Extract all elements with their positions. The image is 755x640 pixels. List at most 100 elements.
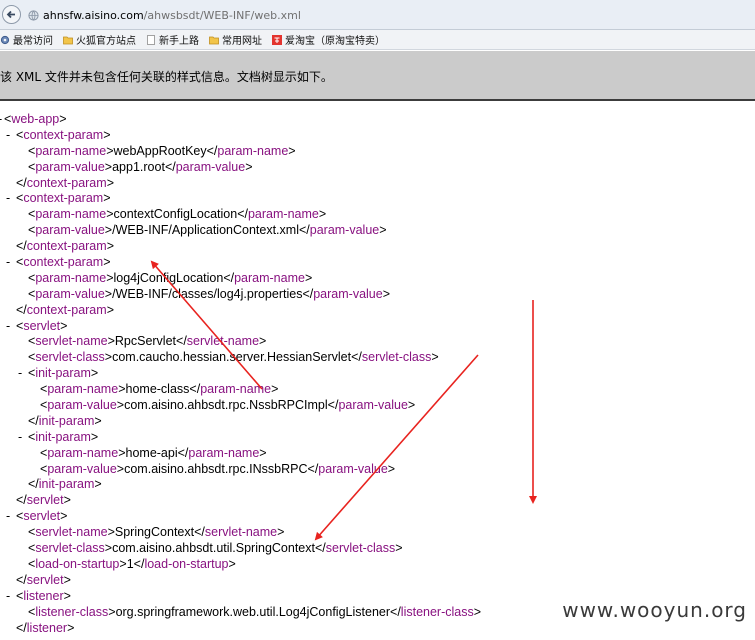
xml-line: - <context-param> [6, 127, 111, 144]
url-host: ahnsfw.aisino.com [43, 8, 144, 22]
collapse-toggle[interactable]: - [18, 366, 22, 382]
url-field[interactable]: ahnsfw.aisino.com/ahwsbsdt/WEB-INF/web.x… [26, 5, 755, 25]
xml-line: <param-name>home-api</param-name> [40, 445, 267, 460]
xml-line: </init-param> [28, 413, 102, 428]
xml-close-tag: param-name [234, 270, 305, 285]
back-button[interactable] [2, 5, 21, 24]
bookmark-label: 最常访问 [13, 36, 53, 47]
collapse-toggle[interactable]: - [6, 589, 10, 605]
xml-line: - <listener> [6, 588, 71, 605]
xml-line: </context-param> [16, 239, 114, 254]
xml-close-tag: servlet-class [325, 541, 396, 556]
xml-line: - <servlet> [6, 509, 68, 525]
xml-open-tag: param-value [35, 159, 105, 174]
xml-value: com.aisino.ahbsdt.rpc.NssbRPCImpl [124, 398, 328, 413]
xml-close-tag: param-name [200, 382, 272, 397]
bookmark-label: 火狐官方站点 [76, 36, 136, 47]
bookmark-label: 爱淘宝（原淘宝特卖） [285, 36, 385, 47]
xml-open-tag: listener [23, 588, 64, 603]
folder-icon [63, 36, 73, 44]
xml-value: /WEB-INF/ApplicationContext.xml [112, 223, 299, 238]
collapse-toggle[interactable]: - [0, 112, 2, 128]
bookmark-common-sites[interactable]: 常用网址 [209, 32, 262, 47]
xml-value: log4jConfigLocation [113, 270, 224, 285]
xml-close-tag: listener-class [400, 604, 474, 619]
xml-line: - <servlet> [6, 318, 68, 335]
xml-close-tag: param-value [313, 286, 383, 301]
xml-open-tag: param-value [47, 461, 117, 476]
xml-open-tag: context-param [23, 255, 104, 270]
collapse-toggle[interactable]: - [6, 191, 10, 207]
xml-value: com.caucho.hessian.server.HessianServlet [112, 350, 352, 365]
xml-line: <param-value>app1.root</param-value> [28, 159, 253, 174]
xml-line: <servlet-name>RpcServlet</servlet-name> [28, 334, 267, 349]
xml-line: <param-name>contextConfigLocation</param… [28, 207, 327, 222]
xml-value: com.aisino.ahbsdt.rpc.INssbRPC [124, 461, 308, 476]
xml-close-tag: param-value [175, 159, 246, 174]
xml-close-tag: servlet-class [361, 350, 432, 365]
collapse-toggle[interactable]: - [18, 430, 22, 446]
xml-close-tag: context-param [26, 175, 107, 190]
bookmark-most-visited[interactable]: 最常访问 [0, 32, 53, 47]
xml-line: <servlet-class>com.aisino.ahbsdt.util.Sp… [28, 541, 403, 556]
xml-value: org.springframework.web.util.Log4jConfig… [115, 604, 391, 619]
xml-line: - <context-param> [6, 191, 111, 207]
xml-open-tag: servlet-name [35, 334, 108, 349]
xml-line: <param-value>com.aisino.ahbsdt.rpc.INssb… [40, 461, 396, 476]
xml-open-tag: servlet-class [35, 350, 105, 365]
xml-line: <load-on-startup>1</load-on-startup> [28, 556, 236, 571]
xml-line: - <init-param> [18, 366, 99, 382]
xml-line: <servlet-name>SpringContext</servlet-nam… [28, 525, 285, 540]
xml-open-tag: param-value [47, 398, 117, 413]
xml-open-tag: context-param [23, 191, 104, 206]
xml-line: <listener-class>org.springframework.web.… [28, 604, 482, 619]
xml-open-tag: init-param [35, 429, 91, 444]
xml-open-tag: load-on-startup [35, 556, 120, 571]
xml-notice-bar: 该 XML 文件并未包含任何关联的样式信息。文档树显示如下。 [0, 51, 755, 101]
xml-close-tag: param-value [309, 223, 380, 238]
collapse-toggle[interactable]: - [6, 319, 10, 335]
xml-close-tag: servlet-name [204, 525, 278, 540]
globe-icon [28, 9, 39, 21]
xml-line: -<web-app> [0, 112, 755, 128]
xml-value: webAppRootKey [113, 143, 207, 158]
xml-line: <param-name>log4jConfigLocation</param-n… [28, 270, 313, 285]
bookmark-firefox-site[interactable]: 火狐官方站点 [63, 32, 136, 47]
xml-open-tag: init-param [35, 366, 91, 381]
xml-line: <param-value>com.aisino.ahbsdt.rpc.NssbR… [40, 398, 416, 413]
taobao-icon [272, 34, 282, 45]
folder-icon [209, 36, 219, 44]
xml-open-tag: context-param [23, 127, 104, 142]
xml-open-tag: param-name [35, 143, 107, 158]
bookmark-label: 新手上路 [159, 36, 199, 47]
bookmark-aitaobao[interactable]: 爱淘宝（原淘宝特卖） [272, 32, 385, 47]
url-text: ahnsfw.aisino.com/ahwsbsdt/WEB-INF/web.x… [43, 9, 301, 22]
xml-line: </servlet> [16, 572, 71, 587]
xml-open-tag: servlet-name [35, 525, 108, 540]
xml-close-tag: param-value [338, 398, 408, 413]
xml-open-tag: servlet [23, 509, 61, 524]
xml-value: contextConfigLocation [113, 207, 238, 222]
address-bar: ahnsfw.aisino.com/ahwsbsdt/WEB-INF/web.x… [0, 0, 755, 30]
xml-value: /WEB-INF/classes/log4j.properties [112, 286, 303, 301]
xml-value: SpringContext [114, 525, 195, 540]
bookmark-label: 常用网址 [222, 36, 262, 47]
gear-icon [0, 35, 10, 44]
collapse-toggle[interactable]: - [6, 255, 10, 271]
xml-open-tag: web-app [11, 112, 60, 126]
xml-close-tag: param-name [247, 207, 319, 222]
bookmark-getting-started[interactable]: 新手上路 [146, 32, 199, 47]
xml-close-tag: load-on-startup [144, 556, 229, 571]
xml-close-tag: listener [26, 620, 68, 635]
xml-line: <param-name>home-class</param-name> [40, 382, 279, 397]
xml-open-tag: param-name [35, 207, 107, 222]
xml-value: 1 [126, 556, 134, 571]
xml-line: </init-param> [28, 477, 102, 492]
xml-value: RpcServlet [114, 334, 177, 349]
xml-close-tag: context-param [26, 239, 107, 254]
collapse-toggle[interactable]: - [6, 509, 10, 525]
collapse-toggle[interactable]: - [6, 128, 10, 144]
xml-line: <param-value>/WEB-INF/classes/log4j.prop… [28, 286, 391, 301]
xml-line: <servlet-class>com.caucho.hessian.server… [28, 350, 439, 365]
xml-line: </servlet> [16, 493, 71, 508]
